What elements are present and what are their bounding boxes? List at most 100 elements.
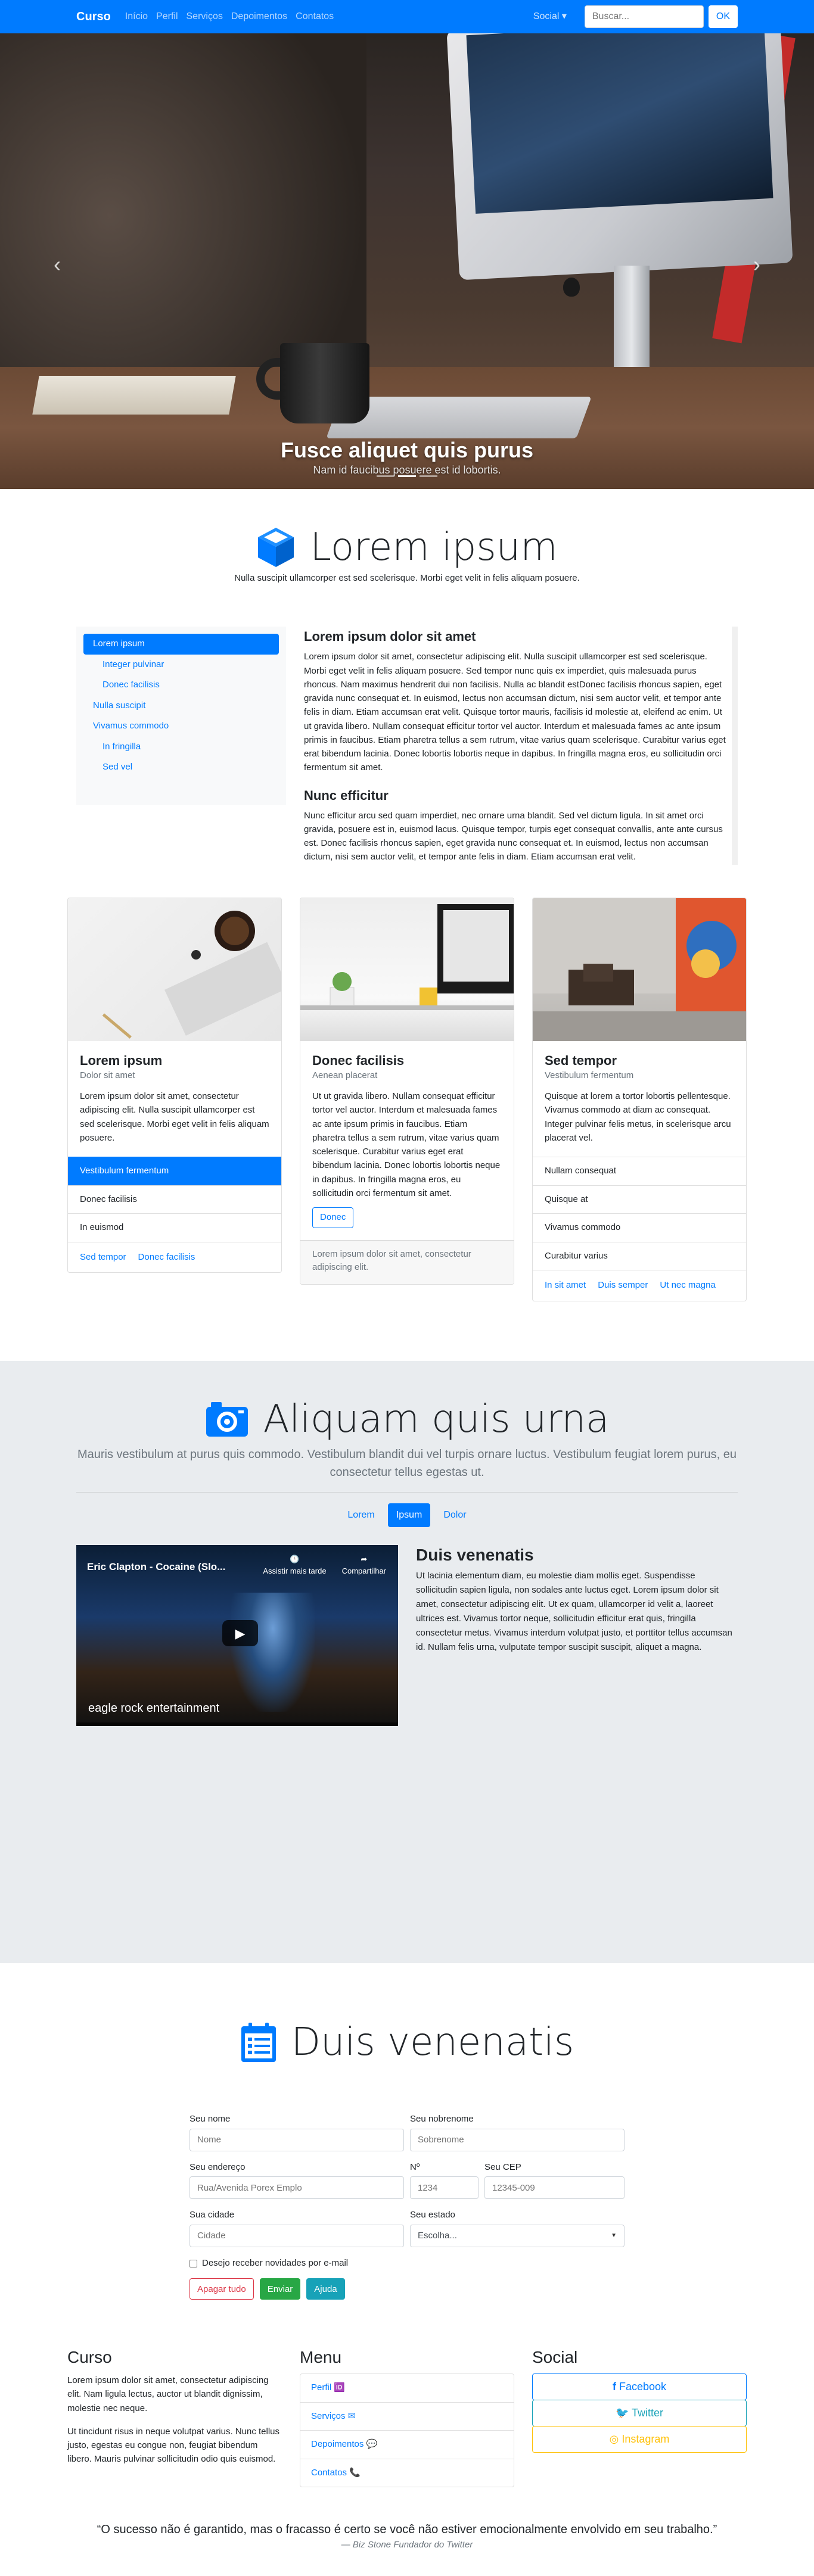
- footer-columns: Curso Lorem ipsum dolor sit amet, consec…: [67, 2347, 747, 2488]
- spy-nav-integer-pulvinar[interactable]: Integer pulvinar: [83, 655, 279, 675]
- list-icon: [241, 2023, 276, 2063]
- id-card-icon: 🆔: [334, 2382, 346, 2393]
- nav-link-servicos[interactable]: Serviços: [187, 10, 223, 24]
- card-link[interactable]: Sed tempor: [80, 1251, 126, 1264]
- media-body: Duis venenatis Ut lacinia elementum diam…: [416, 1545, 738, 1726]
- social-dropdown[interactable]: Social ▾: [533, 10, 567, 24]
- card: Sed tempor Vestibulum fermentum Quisque …: [532, 898, 747, 1301]
- carousel-indicator[interactable]: [398, 475, 416, 477]
- card-link[interactable]: Donec facilisis: [138, 1251, 195, 1264]
- footer-about-text: Lorem ipsum dolor sit amet, consectetur …: [67, 2375, 269, 2413]
- list-item[interactable]: Quisque at: [533, 1185, 746, 1214]
- carousel-next-icon[interactable]: ›: [753, 254, 760, 275]
- instagram-label: Instagram: [622, 2433, 670, 2446]
- scrollbar[interactable]: [732, 638, 738, 680]
- media-text: Ut lacinia elementum diam, eu molestie d…: [416, 1571, 732, 1653]
- card-footer: Lorem ipsum dolor sit amet, consectetur …: [300, 1239, 514, 1284]
- cidade-input[interactable]: [189, 2224, 404, 2247]
- help-button[interactable]: Ajuda: [306, 2278, 345, 2300]
- nav-links: Início Perfil Serviços Depoimentos Conta…: [125, 10, 533, 24]
- brand-link[interactable]: Curso: [76, 8, 111, 26]
- footer-menu-perfil[interactable]: Perfil 🆔: [300, 2374, 514, 2402]
- list-item[interactable]: In euismod: [68, 1213, 281, 1242]
- search-ok-button[interactable]: OK: [708, 5, 738, 28]
- footer-menu-depoimentos[interactable]: Depoimentos 💬: [300, 2430, 514, 2459]
- facebook-button[interactable]: f Facebook: [532, 2373, 747, 2401]
- comment-icon: 💬: [366, 2439, 378, 2450]
- list-item[interactable]: Vivamus commodo: [533, 1213, 746, 1242]
- video-title[interactable]: Eric Clapton - Cocaine (Slo...: [87, 1559, 225, 1575]
- pill-ipsum[interactable]: Ipsum: [387, 1503, 431, 1528]
- spy-nav-nulla-suscipit[interactable]: Nulla suscipit: [83, 696, 279, 717]
- nav-link-perfil[interactable]: Perfil: [156, 10, 178, 24]
- spy-nav-donec-facilisis[interactable]: Donec facilisis: [83, 675, 279, 696]
- carousel-indicator[interactable]: [420, 475, 437, 477]
- nav-link-inicio[interactable]: Início: [125, 10, 148, 24]
- card-links: In sit amet Duis semper Ut nec magna: [533, 1270, 746, 1300]
- facebook-icon: f: [612, 2381, 616, 2393]
- hero-mug-image: [280, 343, 369, 423]
- card-link[interactable]: Duis semper: [598, 1279, 648, 1292]
- list-item[interactable]: Curabitur varius: [533, 1241, 746, 1270]
- clock-icon: 🕒: [290, 1555, 300, 1564]
- cep-label: Seu CEP: [484, 2161, 521, 2172]
- estado-select[interactable]: Escolha... ▼: [410, 2224, 625, 2247]
- estado-select-value: Escolha...: [418, 2230, 457, 2241]
- apple-logo-icon: [563, 278, 580, 297]
- office-illustration: [533, 898, 746, 1042]
- card-link[interactable]: Ut nec magna: [660, 1279, 715, 1292]
- spy-nav-sed-vel[interactable]: Sed vel: [83, 757, 279, 778]
- scrollspy: Lorem ipsum Integer pulvinar Donec facil…: [76, 627, 738, 865]
- video-embed[interactable]: Eric Clapton - Cocaine (Slo... 🕒 Assisti…: [76, 1545, 398, 1727]
- intro-subtitle: Nulla suscipit ullamcorper est sed scele…: [234, 572, 580, 583]
- watch-later-button[interactable]: 🕒 Assistir mais tarde: [263, 1553, 326, 1577]
- footer-menu-contatos[interactable]: Contatos 📞: [300, 2458, 514, 2487]
- list-item[interactable]: Vestibulum fermentum: [68, 1157, 281, 1185]
- sobrenome-input[interactable]: [410, 2128, 625, 2151]
- card-text: Ut ut gravida libero. Nullam consequat e…: [312, 1091, 501, 1198]
- spy-nav-lorem-ipsum[interactable]: Lorem ipsum: [83, 634, 279, 655]
- gallery-title: Aliquam quis urna: [263, 1397, 610, 1441]
- video-logo: eagle rock entertainment: [88, 1702, 220, 1715]
- spy-nav-vivamus-commodo[interactable]: Vivamus commodo: [83, 716, 279, 737]
- video-progress: [76, 1722, 398, 1727]
- form-group: Seu nome: [189, 2113, 404, 2151]
- endereco-input[interactable]: [189, 2176, 404, 2200]
- share-button[interactable]: ➦ Compartilhar: [342, 1553, 386, 1577]
- gallery-lead: Mauris vestibulum at purus quis commodo.…: [77, 1448, 737, 1479]
- numero-input[interactable]: [410, 2176, 479, 2200]
- scrollspy-content[interactable]: Lorem ipsum dolor sit amet Lorem ipsum d…: [304, 627, 738, 865]
- menu-item-label: Perfil: [311, 2382, 332, 2393]
- play-icon[interactable]: ▶: [222, 1620, 258, 1647]
- nav-link-depoimentos[interactable]: Depoimentos: [231, 10, 287, 24]
- list-item[interactable]: Donec facilisis: [68, 1185, 281, 1214]
- chevron-down-icon: ▼: [611, 2232, 617, 2239]
- twitter-button[interactable]: 🐦 Twitter: [532, 2400, 747, 2427]
- list-item[interactable]: Nullam consequat: [533, 1157, 746, 1185]
- instagram-icon: ◎: [609, 2433, 619, 2446]
- carousel-indicator[interactable]: [377, 475, 394, 477]
- carousel-prev-icon[interactable]: ‹: [54, 254, 61, 275]
- footer-menu-servicos[interactable]: Serviços ✉: [300, 2401, 514, 2431]
- nav-link-contatos[interactable]: Contatos: [296, 10, 334, 24]
- footer-menu: Menu Perfil 🆔 Serviços ✉ Depoimentos 💬 C…: [300, 2347, 514, 2488]
- pill-dolor[interactable]: Dolor: [435, 1503, 474, 1527]
- nome-input[interactable]: [189, 2128, 404, 2151]
- blockquote: “O sucesso não é garantido, mas o fracas…: [0, 2521, 814, 2576]
- instagram-button[interactable]: ◎ Instagram: [532, 2426, 747, 2453]
- menu-item-label: Serviços: [311, 2410, 346, 2421]
- card-link[interactable]: In sit amet: [545, 1279, 586, 1292]
- donec-button[interactable]: Donec: [312, 1207, 354, 1228]
- search-input[interactable]: [584, 5, 704, 28]
- form-group: Seu endereço: [189, 2161, 404, 2200]
- spy-nav-in-fringilla[interactable]: In fringilla: [83, 737, 279, 758]
- pill-lorem[interactable]: Lorem: [339, 1503, 383, 1527]
- navbar: Curso Início Perfil Serviços Depoimentos…: [0, 0, 814, 33]
- cep-input[interactable]: [484, 2176, 625, 2200]
- footer-about-title: Curso: [67, 2348, 112, 2367]
- hero-book-image: [32, 376, 236, 415]
- newsletter-checkbox[interactable]: [189, 2259, 197, 2267]
- send-button[interactable]: Enviar: [259, 2278, 301, 2300]
- clear-button[interactable]: Apagar tudo: [189, 2278, 254, 2300]
- card-image-keyboard: [68, 898, 281, 1042]
